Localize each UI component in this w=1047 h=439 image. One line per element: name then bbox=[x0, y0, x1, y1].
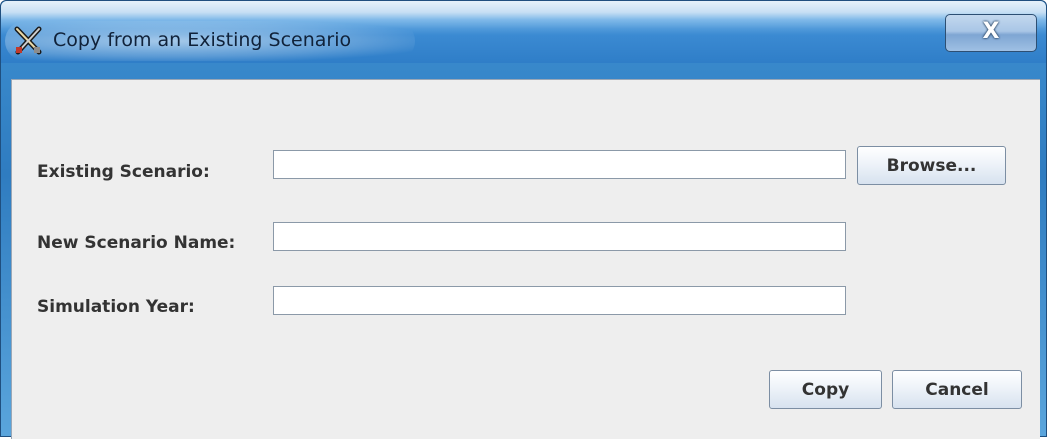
new-scenario-name-label: New Scenario Name: bbox=[37, 233, 236, 253]
dialog-window: Copy from an Existing Scenario X Existin… bbox=[0, 0, 1047, 439]
close-button[interactable]: X bbox=[945, 14, 1037, 52]
simulation-year-label: Simulation Year: bbox=[37, 297, 195, 317]
existing-scenario-label: Existing Scenario: bbox=[37, 162, 210, 182]
copy-button[interactable]: Copy bbox=[769, 370, 882, 409]
window-title: Copy from an Existing Scenario bbox=[53, 29, 352, 51]
dialog-content: Existing Scenario: Browse... New Scenari… bbox=[11, 79, 1040, 439]
cancel-button[interactable]: Cancel bbox=[892, 370, 1022, 409]
close-icon: X bbox=[982, 19, 1000, 44]
simulation-year-input[interactable] bbox=[273, 286, 846, 315]
browse-button[interactable]: Browse... bbox=[857, 146, 1006, 185]
new-scenario-name-input[interactable] bbox=[273, 222, 846, 251]
existing-scenario-input[interactable] bbox=[273, 150, 846, 179]
tools-x-icon bbox=[14, 26, 42, 55]
title-bar[interactable]: Copy from an Existing Scenario X bbox=[1, 1, 1046, 63]
